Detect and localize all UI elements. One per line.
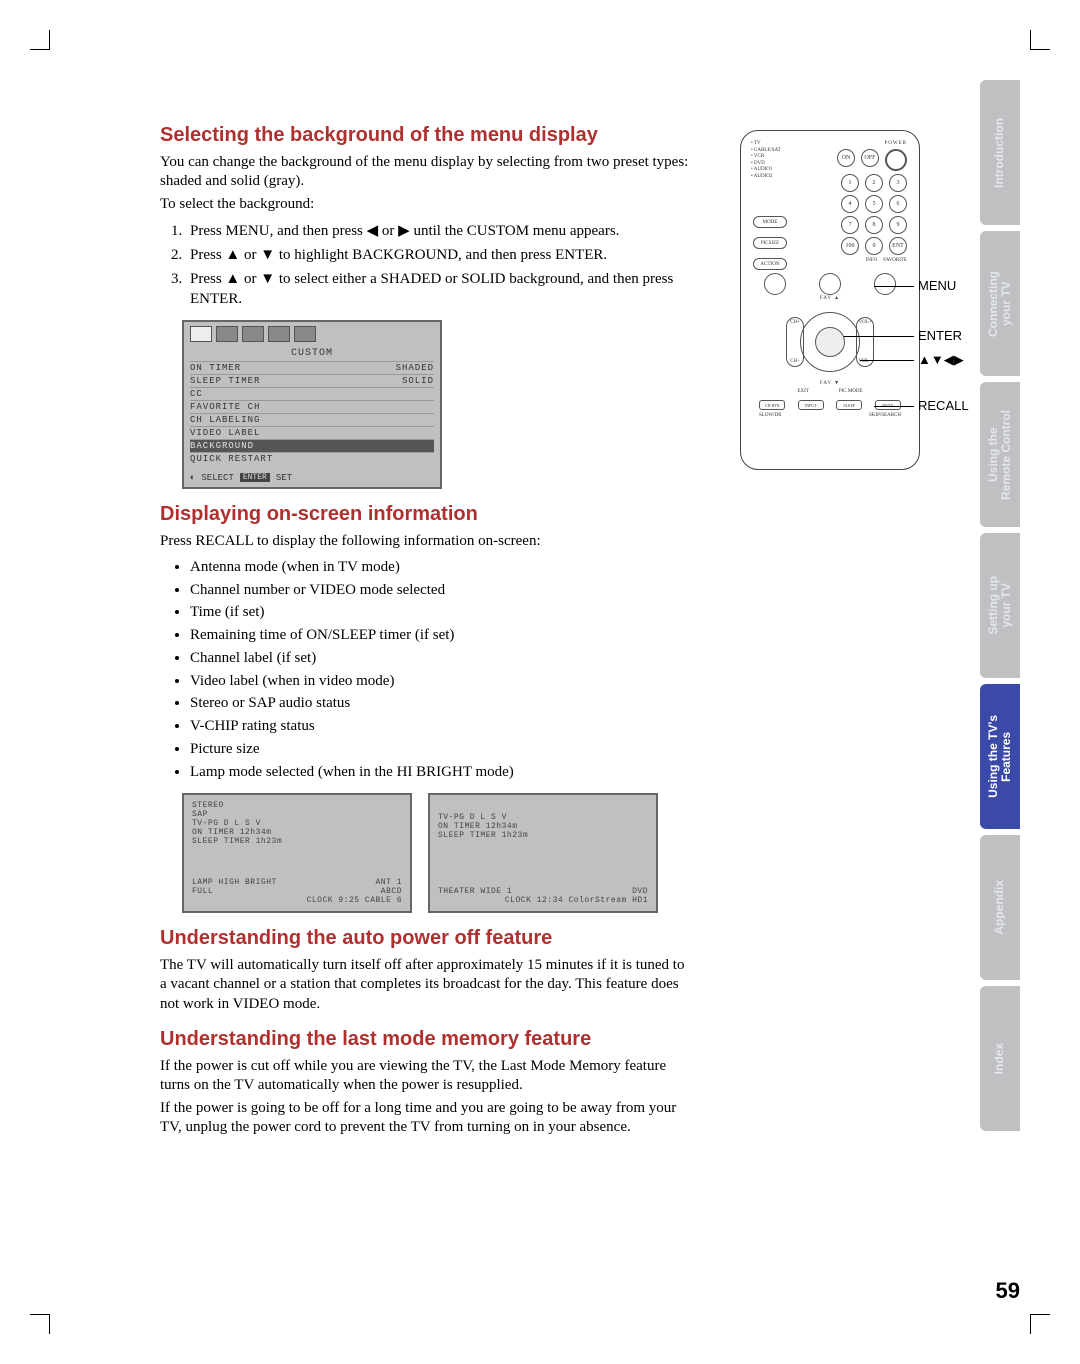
info-panel-left: STEREO SAP TV-PG D L S V ON TIMER 12h34m… <box>182 793 412 913</box>
osd-footer: ◐ SELECT ENTER SET <box>184 469 440 487</box>
osd-row: SLEEP TIMERSOLID <box>190 374 434 387</box>
remote-btn-power <box>885 149 907 171</box>
remote-device-list: • TV • CABLE/SAT • VCR • DVD • AUDIO1 • … <box>751 141 781 180</box>
section4-p1: If the power is cut off while you are vi… <box>160 1057 690 1095</box>
tab-appendix[interactable]: Appendix <box>980 835 1020 980</box>
remote-action-pill: ACTION <box>753 258 787 270</box>
heading-section4: Understanding the last mode memory featu… <box>160 1028 690 1051</box>
heading-section3: Understanding the auto power off feature <box>160 927 690 950</box>
crop-mark <box>30 30 50 50</box>
osd-row: CH LABELING <box>190 413 434 426</box>
bullet: Channel label (if set) <box>190 648 690 670</box>
remote-foot-sleep: SLEEP <box>836 400 862 410</box>
remote-exit-label: EXIT <box>797 389 808 394</box>
remote-picsize-pill: PICSIZE <box>753 237 787 249</box>
remote-info-label: INFO <box>866 258 878 270</box>
section3-p1: The TV will automatically turn itself of… <box>160 956 690 1014</box>
remote-foot-row: CH RTN INPUT SLEEP MUTE <box>753 400 907 410</box>
tab-features[interactable]: Using the TV's Features <box>980 684 1020 829</box>
remote-foot-input: INPUT <box>798 400 824 410</box>
step-1: Press MENU, and then press ◀ or ▶ until … <box>186 221 690 241</box>
remote-digit-9: 9 <box>889 216 907 234</box>
section2-p1: Press RECALL to display the following in… <box>160 532 690 551</box>
osd-tab-icon <box>294 326 316 342</box>
osd-tab-icon <box>216 326 238 342</box>
tab-setting-up[interactable]: Setting up your TV <box>980 533 1020 678</box>
step-2: Press ▲ or ▼ to highlight BACKGROUND, an… <box>186 245 690 265</box>
osd-row: FAVORITE CH <box>190 400 434 413</box>
bullet: Time (if set) <box>190 602 690 624</box>
remote-digit-4: 4 <box>841 195 859 213</box>
remote-digit-6: 6 <box>889 195 907 213</box>
remote-fav-down-label: FAV ▼ <box>753 381 907 386</box>
remote-btn-on: ON <box>837 149 855 167</box>
remote-digit-8: 8 <box>865 216 883 234</box>
tab-index[interactable]: Index <box>980 986 1020 1131</box>
osd-tab-icon <box>268 326 290 342</box>
bullet: V-CHIP rating status <box>190 716 690 738</box>
section2-bullets: Antenna mode (when in TV mode) Channel n… <box>190 557 690 784</box>
remote-enter-button <box>815 327 845 357</box>
bullet: Video label (when in video mode) <box>190 671 690 693</box>
remote-mode-pill: MODE <box>753 216 787 228</box>
remote-btn-off: OFF <box>861 149 879 167</box>
callout-menu: MENU <box>918 278 956 293</box>
remote-btn-menu <box>819 273 841 295</box>
tab-introduction[interactable]: Introduction <box>980 80 1020 225</box>
remote-btn-ent: ENT <box>889 237 907 255</box>
crop-mark <box>1030 1314 1050 1334</box>
bullet: Picture size <box>190 739 690 761</box>
bullet: Stereo or SAP audio status <box>190 693 690 715</box>
remote-digit-3: 3 <box>889 174 907 192</box>
section1-p1: You can change the background of the men… <box>160 153 690 191</box>
chapter-tabs: Introduction Connecting your TV Using th… <box>980 80 1020 1131</box>
info-panels: STEREO SAP TV-PG D L S V ON TIMER 12h34m… <box>182 793 690 913</box>
osd-row-highlighted: BACKGROUND <box>190 439 434 452</box>
info-panel-right: TV-PG D L S V ON TIMER 12h34m SLEEP TIME… <box>428 793 658 913</box>
remote-foot-slow: SLOW/DR <box>759 413 782 418</box>
remote-nav-cluster: CH+CH− VOL+VOL− <box>780 307 880 377</box>
osd-row: ON TIMERSHADED <box>190 361 434 374</box>
section1-p2: To select the background: <box>160 195 690 214</box>
section1-steps: Press MENU, and then press ◀ or ▶ until … <box>186 221 690 310</box>
osd-row: VIDEO LABEL <box>190 426 434 439</box>
osd-tab-icon <box>242 326 264 342</box>
osd-custom-menu: CUSTOM ON TIMERSHADED SLEEP TIMERSOLID C… <box>182 320 442 489</box>
osd-row: CC <box>190 387 434 400</box>
remote-favorite-label: FAVORITE <box>883 258 907 270</box>
remote-digit-0: 0 <box>865 237 883 255</box>
remote-foot-mute: MUTE <box>875 400 901 410</box>
heading-section1: Selecting the background of the menu dis… <box>160 124 690 147</box>
osd-row: QUICK RESTART <box>190 452 434 465</box>
remote-digit-5: 5 <box>865 195 883 213</box>
remote-fav-up-label: FAV ▲ <box>753 296 907 301</box>
bullet: Lamp mode selected (when in the HI BRIGH… <box>190 762 690 784</box>
osd-title: CUSTOM <box>184 346 440 361</box>
remote-btn-guide <box>764 273 786 295</box>
remote-btn-100: 100 <box>841 237 859 255</box>
crop-mark <box>30 1314 50 1334</box>
callout-arrows: ▲▼◀▶ <box>918 352 964 368</box>
page-number: 59 <box>996 1278 1020 1304</box>
crop-mark <box>1030 30 1050 50</box>
tab-remote-control[interactable]: Using the Remote Control <box>980 382 1020 527</box>
bullet: Channel number or VIDEO mode selected <box>190 580 690 602</box>
remote-illustration: • TV • CABLE/SAT • VCR • DVD • AUDIO1 • … <box>700 130 960 470</box>
tab-connecting[interactable]: Connecting your TV <box>980 231 1020 376</box>
osd-tab-icon <box>190 326 212 342</box>
remote-foot-chrtn: CH RTN <box>759 400 785 410</box>
remote-picmode-label: PIC MODE <box>839 389 863 394</box>
callout-recall: RECALL <box>918 398 969 413</box>
section4-p2: If the power is going to be off for a lo… <box>160 1099 690 1137</box>
step-3: Press ▲ or ▼ to select either a SHADED o… <box>186 269 690 310</box>
bullet: Remaining time of ON/SLEEP timer (if set… <box>190 625 690 647</box>
remote-digit-2: 2 <box>865 174 883 192</box>
remote-digit-7: 7 <box>841 216 859 234</box>
remote-digit-1: 1 <box>841 174 859 192</box>
heading-section2: Displaying on-screen information <box>160 503 690 526</box>
callout-enter: ENTER <box>918 328 962 343</box>
bullet: Antenna mode (when in TV mode) <box>190 557 690 579</box>
remote-foot-skip: SKIP/SEARCH <box>869 413 901 418</box>
remote-btn-recall <box>874 273 896 295</box>
